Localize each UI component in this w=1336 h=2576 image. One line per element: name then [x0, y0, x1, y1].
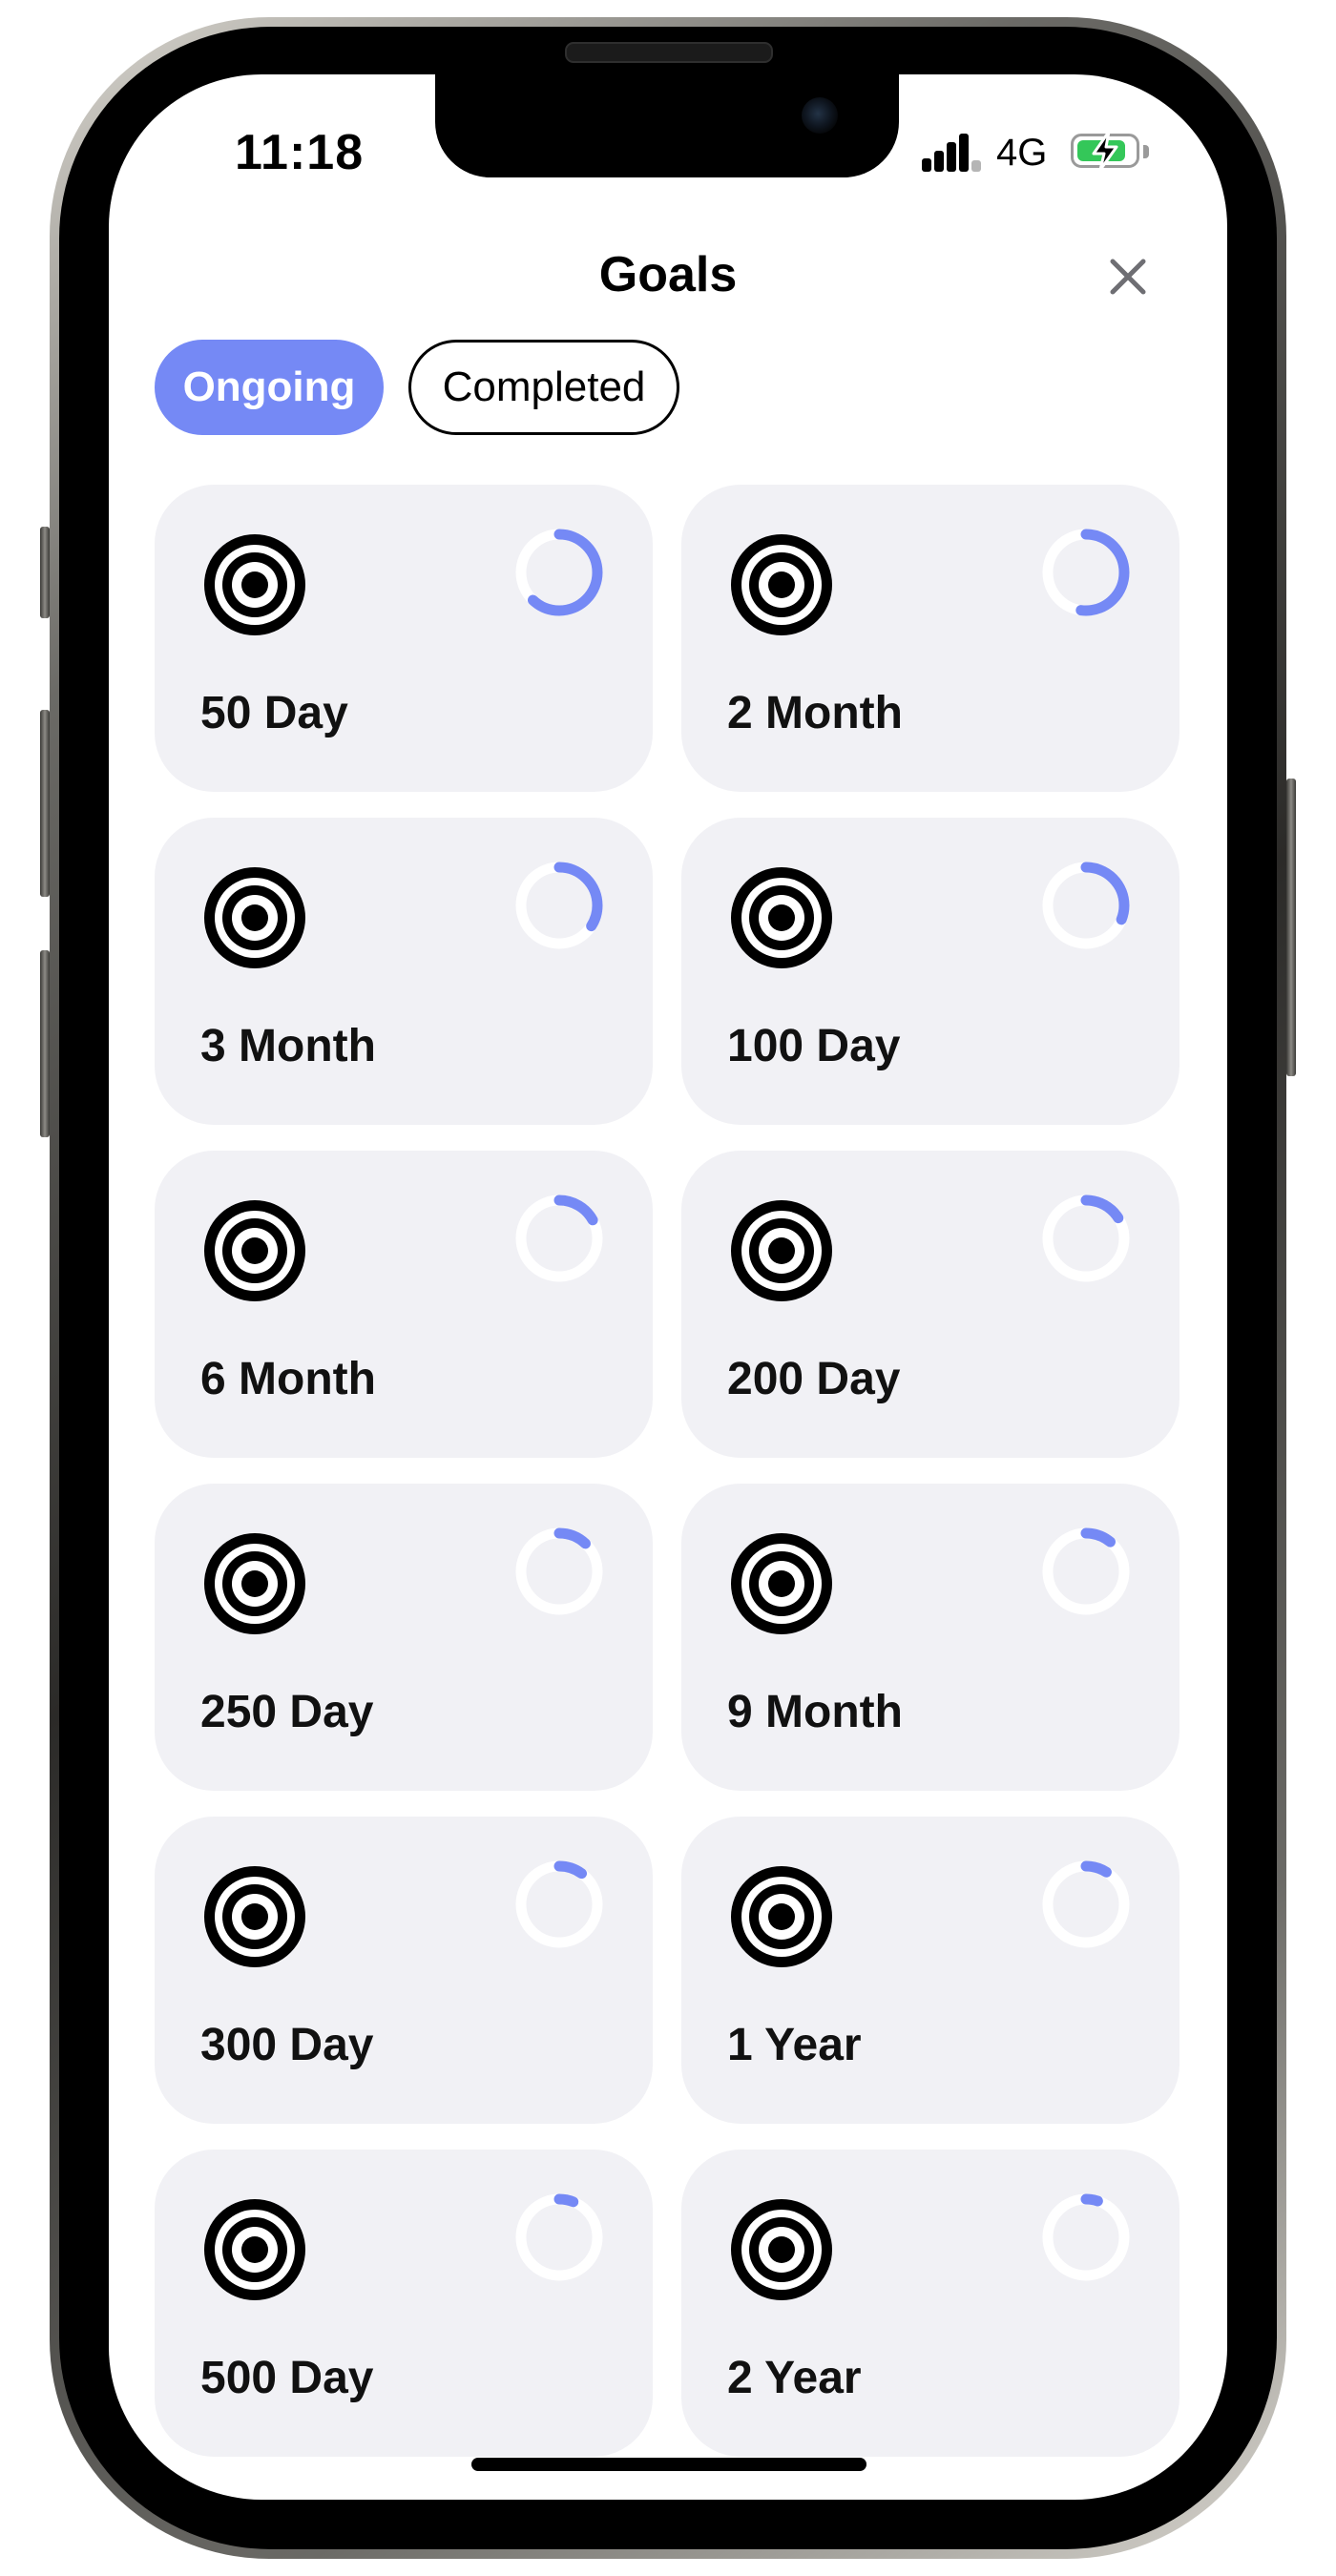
goal-card[interactable]: 1 Year	[681, 1817, 1179, 2124]
target-icon	[731, 867, 832, 968]
goal-label: 200 Day	[727, 1354, 901, 1404]
target-icon	[204, 867, 305, 968]
goal-card[interactable]: 200 Day	[681, 1151, 1179, 1458]
goal-card[interactable]: 300 Day	[155, 1817, 653, 2124]
progress-ring	[515, 2193, 603, 2281]
goal-label: 2 Year	[727, 2353, 862, 2403]
goal-card[interactable]: 3 Month	[155, 818, 653, 1125]
home-indicator[interactable]	[471, 2458, 866, 2471]
progress-ring	[1042, 1195, 1130, 1282]
page-title: Goals	[598, 247, 738, 302]
goal-label: 9 Month	[727, 1687, 903, 1737]
goal-label: 100 Day	[727, 1021, 901, 1071]
goal-label: 50 Day	[200, 688, 348, 738]
status-time: 11:18	[235, 125, 365, 180]
target-icon	[731, 534, 832, 635]
battery-cap	[1143, 145, 1149, 158]
goal-label: 500 Day	[200, 2353, 374, 2403]
progress-ring	[515, 1527, 603, 1615]
goal-card[interactable]: 2 Month	[681, 485, 1179, 792]
progress-ring	[1042, 862, 1130, 949]
volume-up-button	[40, 710, 50, 897]
screen: 11:18 4G Goals Ongoing Completed 50 Day 2…	[109, 74, 1227, 2500]
progress-ring	[1042, 529, 1130, 616]
goal-card[interactable]: 500 Day	[155, 2150, 653, 2457]
progress-ring	[515, 529, 603, 616]
progress-ring	[1042, 1860, 1130, 1948]
target-icon	[204, 2199, 305, 2300]
notch	[435, 74, 899, 177]
target-icon	[731, 2199, 832, 2300]
signal-bars-icon	[922, 134, 981, 172]
progress-ring	[515, 1860, 603, 1948]
target-icon	[204, 534, 305, 635]
progress-ring	[1042, 2193, 1130, 2281]
target-icon	[731, 1533, 832, 1634]
target-icon	[731, 1200, 832, 1301]
goal-label: 1 Year	[727, 2020, 862, 2070]
goal-card[interactable]: 9 Month	[681, 1484, 1179, 1791]
goal-card[interactable]: 2 Year	[681, 2150, 1179, 2457]
network-type: 4G	[996, 132, 1048, 174]
progress-ring	[515, 1195, 603, 1282]
goal-card[interactable]: 6 Month	[155, 1151, 653, 1458]
tab-completed[interactable]: Completed	[408, 340, 679, 435]
target-icon	[204, 1533, 305, 1634]
front-camera	[802, 97, 838, 134]
close-icon[interactable]	[1105, 254, 1151, 300]
goal-card[interactable]: 50 Day	[155, 485, 653, 792]
goal-label: 6 Month	[200, 1354, 376, 1404]
target-icon	[204, 1866, 305, 1967]
action-button	[40, 527, 50, 618]
goal-label: 3 Month	[200, 1021, 376, 1071]
target-icon	[731, 1866, 832, 1967]
goal-card[interactable]: 250 Day	[155, 1484, 653, 1791]
tab-ongoing[interactable]: Ongoing	[155, 340, 384, 435]
volume-down-button	[40, 950, 50, 1137]
goal-card[interactable]: 100 Day	[681, 818, 1179, 1125]
goal-label: 300 Day	[200, 2020, 374, 2070]
side-button	[1286, 779, 1296, 1076]
goal-label: 2 Month	[727, 688, 903, 738]
earpiece-speaker	[565, 42, 773, 63]
target-icon	[204, 1200, 305, 1301]
progress-ring	[1042, 1527, 1130, 1615]
charging-bolt-icon	[1092, 130, 1118, 172]
goal-label: 250 Day	[200, 1687, 374, 1737]
progress-ring	[515, 862, 603, 949]
